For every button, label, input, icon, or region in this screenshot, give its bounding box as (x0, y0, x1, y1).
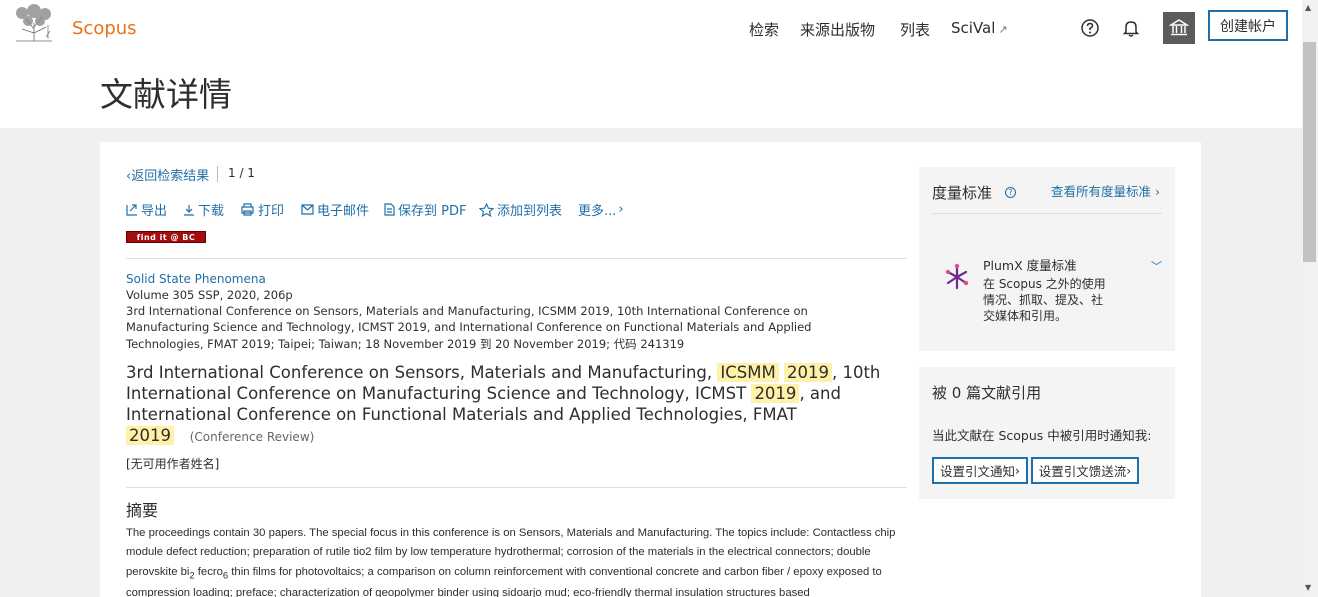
save-pdf-button[interactable]: 保存到 PDF (384, 200, 466, 219)
scrollbar-thumb[interactable] (1303, 42, 1316, 262)
nav-scival-label: SciVal (951, 19, 996, 37)
institution-button[interactable] (1163, 12, 1195, 44)
source-title-link[interactable]: Solid State Phenomena (126, 272, 266, 286)
print-button[interactable]: 打印 (240, 200, 284, 219)
plumx-description: 在 Scopus 之外的使用情况、抓取、提及、社交媒体和引用。 (983, 277, 1106, 323)
authors: [无可用作者姓名] (126, 457, 220, 471)
divider (126, 487, 907, 488)
chevron-right-icon: › (1151, 184, 1160, 199)
scopus-brand[interactable]: Scopus (72, 18, 137, 39)
document-type: (Conference Review) (189, 430, 315, 444)
abstract-part: thin films for photovoltaics; a comparis… (126, 565, 882, 597)
star-icon (479, 202, 494, 217)
title-text: 3rd International Conference on Sensors,… (126, 363, 718, 382)
abstract-text: The proceedings contain 30 papers. The s… (126, 524, 908, 597)
conference-info-line: Technologies, FMAT 2019; Taipei; Taiwan;… (126, 337, 685, 351)
download-label: 下载 (198, 204, 225, 219)
scroll-down-arrow-icon[interactable]: ▼ (1305, 583, 1311, 592)
help-icon[interactable] (1080, 18, 1100, 38)
abstract-heading: 摘要 (126, 501, 159, 520)
set-citation-alert-label: 设置引文通知 (939, 464, 1015, 479)
print-label: 打印 (258, 204, 285, 219)
find-it-bc-button[interactable]: find it @ BC (126, 231, 206, 243)
document-title: 3rd International Conference on Sensors,… (126, 362, 906, 448)
create-account-button[interactable]: 创建帐户 (1208, 10, 1288, 41)
external-link-icon: ↗ (998, 23, 1008, 36)
chevron-right-icon: › (618, 202, 624, 217)
chevron-right-icon: › (1015, 463, 1020, 478)
view-all-metrics-link[interactable]: 查看所有度量标准 › (1051, 181, 1160, 200)
nav-lists[interactable]: 列表 (900, 19, 930, 40)
export-icon (126, 203, 137, 216)
save-pdf-label: 保存到 PDF (398, 204, 467, 219)
conference-info-line: 3rd International Conference on Sensors,… (126, 304, 808, 318)
divider (126, 258, 907, 259)
download-button[interactable]: 下载 (183, 200, 224, 219)
metrics-heading: 度量标准 (932, 184, 993, 202)
chevron-right-icon: › (1126, 463, 1132, 478)
nav-search[interactable]: 检索 (749, 19, 779, 40)
scroll-up-arrow-icon[interactable]: ▲ (1305, 3, 1311, 12)
search-highlight: 2019 (783, 363, 832, 382)
bell-icon[interactable] (1121, 18, 1141, 38)
nav-sources[interactable]: 来源出版物 (800, 19, 875, 40)
back-to-results-label: 返回检索结果 (131, 169, 210, 184)
plumx-heading: PlumX 度量标准 (983, 258, 1077, 273)
add-to-list-button[interactable]: 添加到列表 (479, 200, 562, 219)
notify-text: 当此文献在 Scopus 中被引用时通知我: (932, 428, 1152, 443)
page-title: 文献详情 (100, 75, 232, 114)
search-highlight: 2019 (751, 384, 800, 403)
back-to-results-link[interactable]: ‹返回检索结果 (126, 165, 209, 184)
export-label: 导出 (141, 204, 168, 219)
email-label: 电子邮件 (317, 204, 370, 219)
divider (932, 213, 1162, 214)
divider (217, 166, 218, 182)
search-highlight: ICSMM (717, 363, 779, 382)
conference-info-line: Manufacturing Science and Technology, IC… (126, 320, 812, 334)
abstract-part: fecro (194, 565, 223, 578)
printer-icon (241, 203, 254, 216)
help-icon[interactable]: ? (1005, 187, 1016, 198)
institution-icon (1169, 19, 1189, 36)
volume-info: Volume 305 SSP, 2020, 206p (126, 288, 293, 302)
add-to-list-label: 添加到列表 (497, 204, 563, 219)
more-label: 更多... (578, 204, 617, 219)
more-button[interactable]: 更多... › (578, 200, 624, 219)
chevron-down-icon[interactable]: ﹀ (1151, 258, 1162, 274)
download-icon (184, 204, 194, 216)
result-pager: 1 / 1 (228, 166, 255, 180)
plumx-icon (945, 263, 969, 290)
set-citation-feed-label: 设置引文馈送流 (1038, 464, 1127, 479)
elsevier-tree-logo[interactable] (12, 3, 56, 43)
search-highlight: 2019 (126, 426, 174, 445)
export-button[interactable]: 导出 (126, 200, 167, 219)
pdf-icon (384, 203, 395, 216)
set-citation-feed-button[interactable]: 设置引文馈送流 › (1031, 457, 1139, 484)
email-icon (301, 204, 314, 215)
email-button[interactable]: 电子邮件 (301, 200, 369, 219)
view-all-metrics-label: 查看所有度量标准 (1051, 184, 1152, 199)
set-citation-alert-button[interactable]: 设置引文通知 › (932, 457, 1028, 484)
cited-by-heading: 被 0 篇文献引用 (932, 384, 1042, 402)
nav-scival[interactable]: SciVal ↗ (951, 19, 1008, 37)
